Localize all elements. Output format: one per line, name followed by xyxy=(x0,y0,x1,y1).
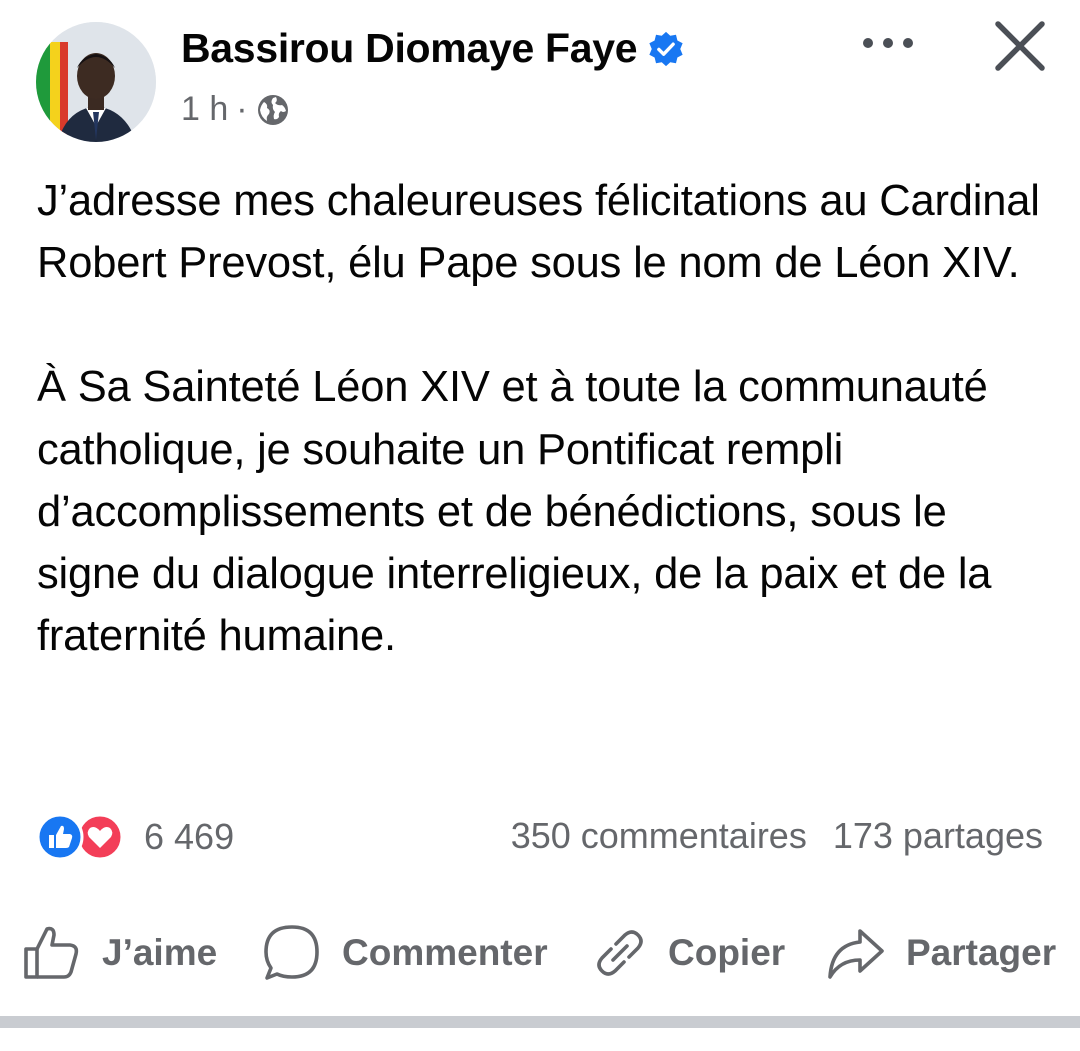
like-reaction-icon xyxy=(36,813,84,861)
like-button[interactable]: J’aime xyxy=(22,920,217,986)
author-name-text[interactable]: Bassirou Diomaye Faye xyxy=(181,25,638,72)
comment-bubble-icon xyxy=(264,925,319,980)
copy-label: Copier xyxy=(668,932,786,973)
post-stats: 350 commentaires 173 partages xyxy=(511,815,1043,857)
post-meta: 1 h · xyxy=(181,90,290,129)
post-body: J’adresse mes chaleureuses félicitations… xyxy=(37,170,1047,667)
reaction-icons xyxy=(36,813,136,861)
post-time[interactable]: 1 h xyxy=(181,90,228,129)
post-paragraph-1: J’adresse mes chaleureuses félicitations… xyxy=(37,177,1040,288)
share-button[interactable]: Partager xyxy=(826,920,1056,986)
author-avatar[interactable] xyxy=(36,22,156,142)
post-paragraph-2: À Sa Sainteté Léon XIV et à toute la com… xyxy=(37,363,992,661)
reactions-summary[interactable]: 6 469 xyxy=(36,813,234,861)
comment-label: Commenter xyxy=(342,932,548,973)
comments-count[interactable]: 350 commentaires xyxy=(511,815,807,857)
close-icon[interactable] xyxy=(992,18,1048,74)
feed-divider xyxy=(0,1016,1080,1028)
meta-separator: · xyxy=(236,90,248,128)
copy-link-button[interactable]: Copier xyxy=(592,920,785,986)
comment-button[interactable]: Commenter xyxy=(262,920,548,986)
author-name[interactable]: Bassirou Diomaye Faye xyxy=(181,25,685,72)
action-bar: J’aime Commenter Copier Partager xyxy=(0,920,1080,986)
globe-icon[interactable] xyxy=(256,93,290,127)
share-arrow-icon xyxy=(828,929,884,979)
share-label: Partager xyxy=(906,932,1057,973)
verified-badge-icon xyxy=(649,31,683,66)
link-icon xyxy=(597,930,643,976)
shares-count[interactable]: 173 partages xyxy=(833,815,1043,857)
thumbs-up-icon xyxy=(24,926,79,979)
more-options-icon[interactable] xyxy=(858,28,918,58)
avatar-image xyxy=(36,22,156,142)
like-label: J’aime xyxy=(102,932,218,973)
reaction-count[interactable]: 6 469 xyxy=(144,816,234,858)
